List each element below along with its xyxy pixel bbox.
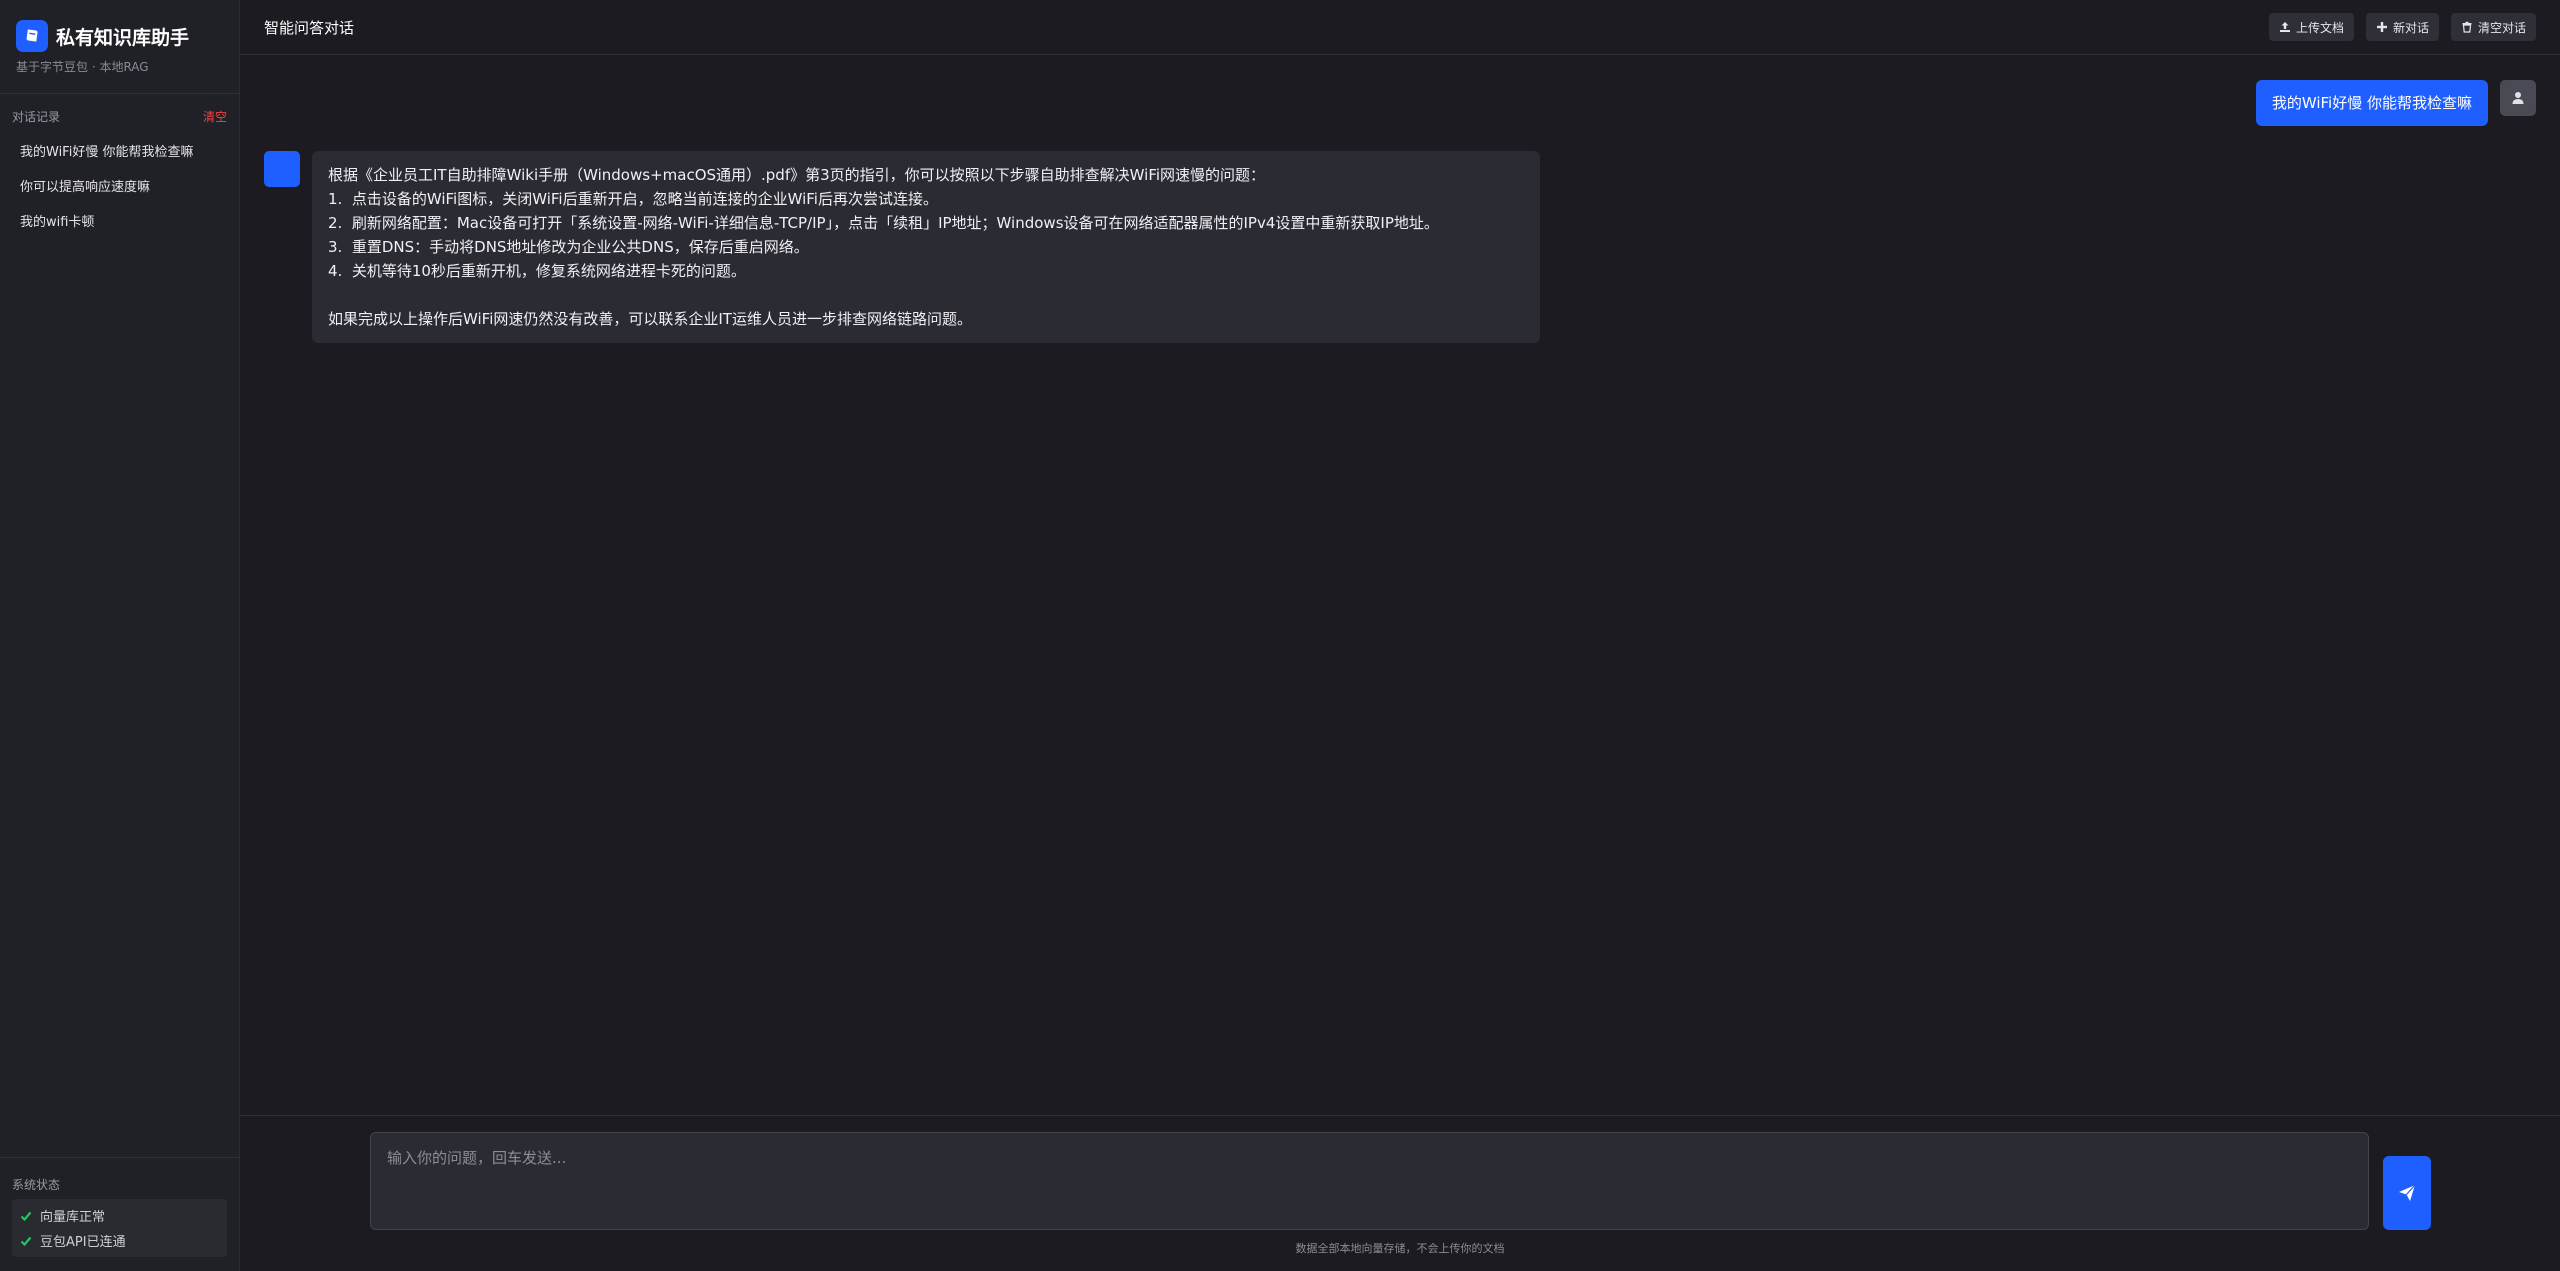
status-box: 向量库正常 豆包API已连通 [12, 1199, 227, 1257]
sidebar: 私有知识库助手 基于字节豆包 · 本地RAG 对话记录 清空 我的WiFi好慢 … [0, 0, 240, 1271]
check-icon [20, 1211, 32, 1221]
app-title: 私有知识库助手 [56, 26, 190, 49]
top-actions: 上传文档 新对话 清空对话 [2268, 13, 2536, 41]
upload-document-button[interactable]: 上传文档 [2268, 13, 2354, 41]
user-message: 我的WiFi好慢 你能帮我检查嘛 [2255, 80, 2536, 126]
page-title: 智能问答对话 [264, 18, 355, 37]
chat-area: 我的WiFi好慢 你能帮我检查嘛 根据《企业员工IT自助排障Wiki手册（Win… [240, 55, 2560, 1271]
status-row-api: 豆包API已连通 [20, 1228, 219, 1253]
topbar: 智能问答对话 上传文档 新对话 清空对话 [240, 0, 2560, 55]
question-input[interactable] [370, 1132, 2369, 1230]
user-avatar-icon [2500, 80, 2536, 116]
bot-avatar [264, 151, 300, 187]
bot-intro: 根据《企业员工IT自助排障Wiki手册（Windows+macOS通用）.pdf… [328, 166, 1266, 184]
bot-step: 2. 刷新网络配置：Mac设备可打开「系统设置-网络-WiFi-详细信息-TCP… [328, 214, 1439, 232]
plus-icon [2376, 22, 2387, 32]
bot-message: 根据《企业员工IT自助排障Wiki手册（Windows+macOS通用）.pdf… [264, 151, 1540, 343]
clear-history-button[interactable]: 清空 [203, 108, 227, 125]
trash-icon [2462, 21, 2472, 33]
check-icon [20, 1236, 32, 1246]
main-panel: 智能问答对话 上传文档 新对话 清空对话 我的WiFi好慢 你能帮我检查嘛 根据… [240, 0, 2560, 1271]
bot-closing: 如果完成以上操作后WiFi网速仍然没有改善，可以联系企业IT运维人员进一步排查网… [328, 310, 972, 328]
system-status: 系统状态 向量库正常 豆包API已连通 [0, 1157, 239, 1271]
history-item[interactable]: 我的WiFi好慢 你能帮我检查嘛 [8, 133, 231, 168]
clear-chat-button[interactable]: 清空对话 [2450, 13, 2536, 41]
bot-bubble: 根据《企业员工IT自助排障Wiki手册（Windows+macOS通用）.pdf… [312, 151, 1540, 343]
status-text: 向量库正常 [40, 1210, 106, 1225]
brand-row: 私有知识库助手 [16, 20, 223, 52]
upload-label: 上传文档 [2295, 20, 2344, 35]
book-icon [16, 20, 48, 52]
status-title: 系统状态 [12, 1178, 61, 1192]
clear-chat-label: 清空对话 [2477, 20, 2526, 35]
composer: 数据全部本地向量存储，不会上传你的文档 [240, 1115, 2560, 1271]
user-bubble: 我的WiFi好慢 你能帮我检查嘛 [2255, 80, 2488, 126]
bot-step: 3. 重置DNS：手动将DNS地址修改为企业公共DNS，保存后重启网络。 [328, 238, 809, 256]
send-button[interactable] [2383, 1156, 2431, 1230]
status-row-vector: 向量库正常 [20, 1203, 219, 1228]
app-subtitle: 基于字节豆包 · 本地RAG [16, 60, 149, 74]
history-header: 对话记录 清空 [0, 94, 239, 133]
history-item[interactable]: 你可以提高响应速度嘛 [8, 168, 231, 203]
brand: 私有知识库助手 基于字节豆包 · 本地RAG [0, 0, 239, 94]
bot-step: 1. 点击设备的WiFi图标，关闭WiFi后重新开启，忽略当前连接的企业WiFi… [328, 190, 938, 208]
bot-step: 4. 关机等待10秒后重新开机，修复系统网络进程卡死的问题。 [328, 262, 746, 280]
status-text: 豆包API已连通 [40, 1235, 126, 1250]
upload-icon [2279, 22, 2290, 32]
new-chat-button[interactable]: 新对话 [2365, 13, 2439, 41]
history-item[interactable]: 我的wifi卡顿 [8, 203, 231, 238]
send-icon [2399, 1184, 2416, 1201]
app-root: 私有知识库助手 基于字节豆包 · 本地RAG 对话记录 清空 我的WiFi好慢 … [0, 0, 2560, 1271]
privacy-note: 数据全部本地向量存储，不会上传你的文档 [1295, 1242, 1505, 1255]
new-chat-label: 新对话 [2392, 20, 2429, 35]
history-label: 对话记录 [12, 110, 61, 124]
history-list: 我的WiFi好慢 你能帮我检查嘛 你可以提高响应速度嘛 我的wifi卡顿 [0, 133, 239, 238]
